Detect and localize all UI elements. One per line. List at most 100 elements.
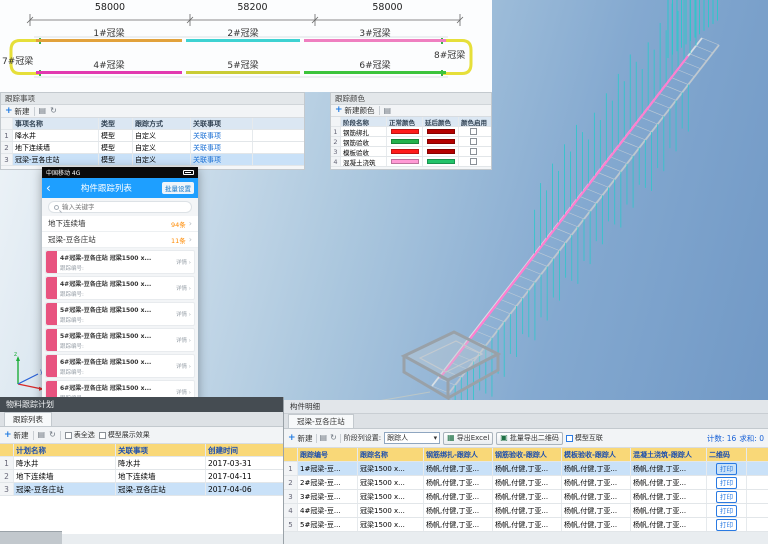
refresh-icon[interactable]: ↻ — [49, 431, 56, 439]
print-button[interactable]: 打印 — [716, 476, 737, 489]
detail-link[interactable]: 详情 › — [176, 336, 194, 344]
table-header: 计划名称 关联事项 创建时间 — [0, 444, 283, 457]
table-row-selected[interactable]: 3 冠梁-豆各庄站 模型 自定义 关联事项 — [1, 154, 304, 166]
detail-link[interactable]: 详情 › — [176, 388, 194, 396]
status-ribbon — [46, 355, 57, 377]
table-row[interactable]: 1 降水井 降水井 2017-03-31 — [0, 457, 283, 470]
stage-column-label: 阶段列设置: — [343, 434, 382, 442]
table-header: 跟踪编号 跟踪名称 钢筋绑扎-跟踪人 钢筋验收-跟踪人 模板验收-跟踪人 混凝土… — [284, 448, 768, 462]
table-row[interactable]: 1 降水井 模型 自定义 关联事项 — [1, 130, 304, 142]
print-button[interactable]: 打印 — [716, 504, 737, 517]
detail-link[interactable]: 详情 › — [176, 362, 194, 370]
related-items-link[interactable]: 关联事项 — [191, 130, 253, 141]
select-all-checkbox[interactable]: 表全选 — [64, 430, 95, 440]
print-button[interactable]: 打印 — [716, 462, 737, 475]
sum-indicator: 求和: 0 — [739, 433, 764, 443]
color-enable-checkbox[interactable] — [469, 128, 477, 135]
table-header: 阶段名称 正常颜色 延后颜色 颜色启用 — [331, 117, 491, 127]
tracking-colors-panel: 跟踪颜色 + 新建颜色 ▤ 阶段名称 正常颜色 延后颜色 颜色启用 1 钢筋绑扎 … — [330, 92, 492, 170]
model-link-checkbox[interactable]: 模型互联 — [565, 433, 603, 443]
beam-label: 4#冠梁 — [93, 61, 125, 71]
beam-label: 1#冠梁 — [93, 29, 125, 39]
export-qrcode-button[interactable]: ▣ 批量导出二维码 — [496, 431, 563, 445]
table-row[interactable]: 4 混凝土浇筑 — [331, 157, 491, 167]
group-row[interactable]: 冠梁-豆各庄站 11条 › — [42, 232, 198, 248]
beam-label: 3#冠梁 — [359, 29, 391, 39]
dimension-label: 58000 — [94, 2, 126, 13]
export-excel-button[interactable]: ▦ 导出Excel — [443, 431, 494, 445]
related-items-link[interactable]: 关联事项 — [191, 142, 253, 153]
scrollbar-corner[interactable] — [0, 531, 62, 544]
new-color-button[interactable]: + 新建颜色 — [335, 105, 375, 116]
beam-bar — [36, 71, 182, 74]
status-ribbon — [46, 251, 57, 273]
back-icon[interactable]: ‹ — [46, 182, 51, 194]
carrier-label: 中国移动 4G — [46, 170, 81, 177]
excel-icon: ▦ — [447, 433, 455, 442]
print-icon[interactable]: ▤ — [38, 431, 46, 439]
normal-color-swatch — [390, 129, 419, 134]
late-color-swatch — [426, 139, 455, 144]
batch-settings-button[interactable]: 批量设置 — [162, 182, 194, 194]
print-icon[interactable]: ▤ — [320, 434, 328, 442]
refresh-icon[interactable]: ↻ — [50, 107, 57, 115]
color-enable-checkbox[interactable] — [469, 138, 477, 145]
detail-link[interactable]: 详情 › — [176, 258, 194, 266]
table-row[interactable]: 1 钢筋绑扎 — [331, 127, 491, 137]
table-row[interactable]: 3 模板验收 — [331, 147, 491, 157]
table-row[interactable]: 3 3#冠梁-豆... 冠梁1500 x... 杨帆,付健,丁亚... 杨帆,付… — [284, 490, 768, 504]
panel-title: 构件明细 — [284, 400, 768, 414]
phone-search-area — [42, 198, 198, 216]
beam-label: 2#冠梁 — [227, 29, 259, 39]
new-plan-button[interactable]: + 新建 — [4, 430, 29, 441]
table-row[interactable]: 2 钢筋验收 — [331, 137, 491, 147]
list-item[interactable]: 4#冠梁-豆各庄站 冠梁1500 x... 跟踪编号: 详情 › — [45, 250, 195, 274]
model-effect-checkbox[interactable]: 模型展示效果 — [98, 430, 150, 440]
stage-column-select[interactable]: 跟踪人 ▾ — [384, 432, 441, 444]
print-icon[interactable]: ▤ — [384, 106, 392, 115]
table-row-selected[interactable]: 1 1#冠梁-豆... 冠梁1500 x... 杨帆,付健,丁亚... 杨帆,付… — [284, 462, 768, 476]
table-row[interactable]: 5 5#冠梁-豆... 冠梁1500 x... 杨帆,付健,丁亚... 杨帆,付… — [284, 518, 768, 532]
list-item[interactable]: 5#冠梁-豆各庄站 冠梁1500 x... 跟踪编号: 详情 › — [45, 328, 195, 352]
new-record-button[interactable]: + 新建 — [288, 433, 313, 444]
list-item[interactable]: 6#冠梁-豆各庄站 冠梁1500 x...跟踪编号: 详情 › — [45, 354, 195, 378]
tracking-plan-window: 物料跟踪计划 跟踪列表 + 新建 ▤ ↻ 表全选 模型展示效果 计划名称 关联事项… — [0, 397, 284, 544]
beam-bar — [304, 39, 446, 42]
list-item[interactable]: 4#冠梁-豆各庄站 冠梁1500 x... 跟踪编号: 详情 › — [45, 276, 195, 300]
count-badge: 94条 — [171, 220, 186, 229]
tracking-items-toolbar: + 新建 ▤ ↻ — [1, 105, 304, 118]
color-enable-checkbox[interactable] — [469, 148, 477, 155]
phone-status-bar: 中国移动 4G — [42, 167, 198, 178]
tab-crown-beam-station[interactable]: 冠梁-豆各庄站 — [288, 414, 354, 428]
group-row[interactable]: 地下连续墙 94条 › — [42, 216, 198, 232]
table-row[interactable]: 2 2#冠梁-豆... 冠梁1500 x... 杨帆,付健,丁亚... 杨帆,付… — [284, 476, 768, 490]
status-ribbon — [46, 277, 57, 299]
detail-link[interactable]: 详情 › — [176, 284, 194, 292]
table-row[interactable]: 2 地下连续墙 模型 自定义 关联事项 — [1, 142, 304, 154]
tab-tracking-list[interactable]: 跟踪列表 — [4, 412, 52, 426]
detail-link[interactable]: 详情 › — [176, 310, 194, 318]
search-input[interactable] — [62, 203, 186, 211]
beam-bar — [36, 39, 182, 42]
print-button[interactable]: 打印 — [716, 518, 737, 531]
table-row[interactable]: 4 4#冠梁-豆... 冠梁1500 x... 杨帆,付健,丁亚... 杨帆,付… — [284, 504, 768, 518]
phone-page-title: 构件跟踪列表 — [80, 184, 132, 194]
table-row[interactable]: 2 地下连续墙 地下连续墙 2017-04-11 — [0, 470, 283, 483]
refresh-icon[interactable]: ↻ — [330, 434, 337, 442]
search-icon — [54, 204, 59, 210]
print-icon[interactable]: ▤ — [39, 107, 47, 115]
detail-toolbar: + 新建 ▤ ↻ 阶段列设置: 跟踪人 ▾ ▦ 导出Excel ▣ 批量导出二维码 模型… — [284, 429, 768, 448]
normal-color-swatch — [390, 159, 419, 164]
new-item-button[interactable]: + 新建 — [5, 106, 30, 117]
tracking-colors-toolbar: + 新建颜色 ▤ — [331, 105, 491, 117]
late-color-swatch — [426, 159, 455, 164]
list-item[interactable]: 5#冠梁-豆各庄站 冠梁1500 x... 跟踪编号: 详情 › — [45, 302, 195, 326]
late-color-swatch — [426, 149, 455, 154]
print-button[interactable]: 打印 — [716, 490, 737, 503]
color-enable-checkbox[interactable] — [469, 158, 477, 165]
table-row-selected[interactable]: 3 冠梁-豆各庄站 冠梁-豆各庄站 2017-04-06 — [0, 483, 283, 496]
related-items-link[interactable]: 关联事项 — [191, 154, 253, 165]
dimension-label: 58200 — [237, 2, 268, 13]
window-title-bar: 物料跟踪计划 — [0, 397, 283, 412]
plus-icon: + — [4, 429, 12, 440]
